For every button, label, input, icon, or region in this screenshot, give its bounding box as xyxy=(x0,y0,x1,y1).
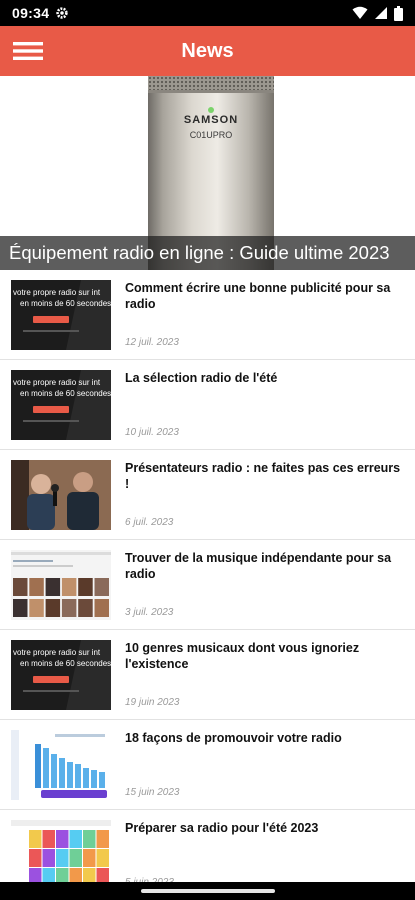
article-title: 10 genres musicaux dont vous ignoriez l'… xyxy=(125,641,360,671)
article-title: Comment écrire une bonne publicité pour … xyxy=(125,281,391,311)
wifi-icon xyxy=(352,6,368,19)
featured-article[interactable]: SAMSON C01UPRO Équipement radio en ligne… xyxy=(0,76,415,270)
article-title: Trouver de la musique indépendante pour … xyxy=(125,551,392,581)
hero-model: C01UPRO xyxy=(190,130,233,140)
article-date: 19 juin 2023 xyxy=(125,697,180,708)
article-item[interactable]: Trouver de la musique indépendante pour … xyxy=(0,540,415,630)
article-date: 6 juil. 2023 xyxy=(125,517,174,528)
home-gesture-handle[interactable] xyxy=(140,889,275,893)
menu-button[interactable] xyxy=(0,26,56,76)
hero-brand: SAMSON xyxy=(184,114,238,126)
article-item[interactable]: 18 façons de promouvoir votre radio 15 ju… xyxy=(0,720,415,810)
hamburger-menu-icon xyxy=(13,42,43,60)
status-time: 09:34 xyxy=(12,5,50,21)
article-thumbnail xyxy=(11,550,111,620)
thumb-caption-line1: votre propre radio sur int xyxy=(13,648,101,657)
article-title: Présentateurs radio : ne faites pas ces … xyxy=(125,461,401,491)
article-thumbnail xyxy=(11,460,111,530)
article-title: 18 façons de promouvoir votre radio xyxy=(125,731,342,745)
article-list: votre propre radio sur int en moins de 60… xyxy=(0,270,415,900)
thumb-caption-line2: en moins de 60 secondes xyxy=(20,299,111,308)
thumb-caption-line2: en moins de 60 secondes xyxy=(20,659,111,668)
app-bar: News xyxy=(0,26,415,76)
system-nav-bar xyxy=(0,882,415,900)
article-date: 12 juil. 2023 xyxy=(125,337,179,348)
gear-icon xyxy=(56,7,68,19)
article-title: La sélection radio de l'été xyxy=(125,371,278,385)
article-item[interactable]: votre propre radio sur int en moins de 60… xyxy=(0,360,415,450)
article-item[interactable]: votre propre radio sur int en moins de 60… xyxy=(0,630,415,720)
thumb-caption-line2: en moins de 60 secondes xyxy=(20,389,111,398)
article-date: 10 juil. 2023 xyxy=(125,427,179,438)
article-item[interactable]: Présentateurs radio : ne faites pas ces … xyxy=(0,450,415,540)
article-thumbnail: votre propre radio sur int en moins de 60… xyxy=(11,370,111,440)
signal-icon xyxy=(375,7,387,19)
article-title: Préparer sa radio pour l'été 2023 xyxy=(125,821,319,835)
article-thumbnail: votre propre radio sur int en moins de 60… xyxy=(11,280,111,350)
featured-article-title: Équipement radio en ligne : Guide ultime… xyxy=(0,236,415,270)
article-item[interactable]: votre propre radio sur int en moins de 60… xyxy=(0,270,415,360)
article-date: 15 juin 2023 xyxy=(125,787,180,798)
article-thumbnail xyxy=(11,820,111,890)
article-thumbnail: votre propre radio sur int en moins de 60… xyxy=(11,640,111,710)
article-thumbnail xyxy=(11,730,111,800)
battery-icon xyxy=(394,5,403,21)
thumb-caption-line1: votre propre radio sur int xyxy=(13,378,101,387)
status-bar: 09:34 xyxy=(0,0,415,26)
status-icons xyxy=(352,5,403,21)
page-title: News xyxy=(181,39,234,62)
article-date: 3 juil. 2023 xyxy=(125,607,174,618)
thumb-caption-line1: votre propre radio sur int xyxy=(13,288,101,297)
